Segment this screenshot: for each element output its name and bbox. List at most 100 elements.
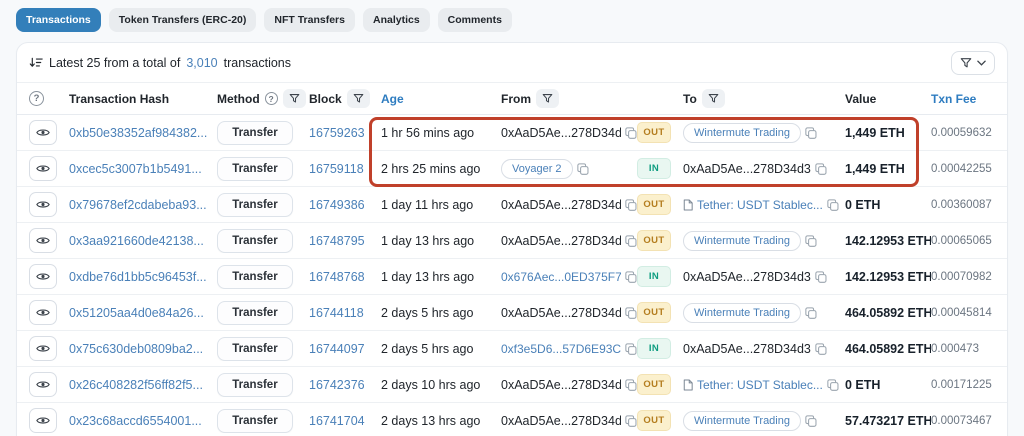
copy-icon[interactable] — [625, 379, 637, 391]
tab-transactions[interactable]: Transactions — [16, 8, 101, 32]
from-party[interactable]: 0xf3e5D6...57D6E93C — [501, 342, 621, 356]
block-link[interactable]: 16741704 — [309, 414, 365, 428]
direction-badge: OUT — [637, 194, 671, 215]
column-txn-fee-link[interactable]: Txn Fee — [931, 92, 976, 106]
to-party[interactable]: Tether: USDT Stablec... — [683, 198, 823, 212]
cell-value: 0 ETH — [845, 378, 931, 392]
copy-icon[interactable] — [625, 271, 637, 283]
cell-block: 16749386 — [309, 198, 381, 212]
cell-direction: OUT — [637, 302, 683, 323]
block-link[interactable]: 16744097 — [309, 342, 365, 356]
eye-preview-button[interactable] — [29, 228, 57, 253]
copy-icon[interactable] — [815, 343, 827, 355]
from-party[interactable]: Voyager 2 — [501, 159, 573, 179]
party-text: 0x676Aec...0ED375F7 — [501, 270, 621, 284]
copy-icon[interactable] — [827, 379, 839, 391]
copy-icon[interactable] — [625, 127, 637, 139]
copy-icon[interactable] — [577, 163, 589, 175]
to-party[interactable]: Wintermute Trading — [683, 411, 801, 431]
eye-preview-button[interactable] — [29, 372, 57, 397]
summary-total-link[interactable]: 3,010 — [186, 56, 217, 70]
eye-preview-button[interactable] — [29, 192, 57, 217]
method-help-icon[interactable]: ? — [265, 92, 278, 105]
block-filter-button[interactable] — [347, 89, 370, 108]
copy-icon[interactable] — [625, 235, 637, 247]
cell-from: 0xAaD5Ae...278D34d3 — [501, 306, 637, 320]
eye-preview-button[interactable] — [29, 264, 57, 289]
transaction-hash-link[interactable]: 0x79678ef2cdabeba93... — [69, 198, 207, 212]
copy-icon[interactable] — [625, 307, 637, 319]
cell-age: 2 days 13 hrs ago — [381, 414, 501, 428]
transaction-hash-link[interactable]: 0x26c408282f56ff82f5... — [69, 378, 203, 392]
to-party[interactable]: Wintermute Trading — [683, 123, 801, 143]
method-filter-button[interactable] — [283, 89, 306, 108]
cell-from: 0xAaD5Ae...278D34d3 — [501, 414, 637, 428]
cell-block: 16759263 — [309, 126, 381, 140]
from-party[interactable]: 0xAaD5Ae...278D34d3 — [501, 126, 621, 140]
copy-icon[interactable] — [805, 127, 817, 139]
block-link[interactable]: 16749386 — [309, 198, 365, 212]
tab-comments[interactable]: Comments — [438, 8, 512, 32]
tab-nft-transfers[interactable]: NFT Transfers — [264, 8, 355, 32]
cell-txn-fee: 0.00042255 — [931, 163, 1001, 175]
value-text: 142.12953 ETH — [845, 234, 931, 248]
transaction-hash-link[interactable]: 0x3aa921660de42138... — [69, 234, 204, 248]
from-party[interactable]: 0xAaD5Ae...278D34d3 — [501, 198, 621, 212]
tab-token-transfers[interactable]: Token Transfers (ERC-20) — [109, 8, 257, 32]
from-party[interactable]: 0xAaD5Ae...278D34d3 — [501, 414, 621, 428]
column-age-sort-link[interactable]: Age — [381, 92, 404, 106]
from-party[interactable]: 0x676Aec...0ED375F7 — [501, 270, 621, 284]
copy-icon[interactable] — [827, 199, 839, 211]
block-link[interactable]: 16759118 — [309, 162, 364, 176]
transaction-hash-link[interactable]: 0x75c630deb0809ba2... — [69, 342, 203, 356]
copy-icon[interactable] — [625, 343, 637, 355]
from-party[interactable]: 0xAaD5Ae...278D34d3 — [501, 306, 621, 320]
eye-preview-button[interactable] — [29, 300, 57, 325]
copy-icon[interactable] — [815, 163, 827, 175]
from-filter-button[interactable] — [536, 89, 559, 108]
funnel-icon — [289, 93, 300, 104]
transaction-hash-link[interactable]: 0xb50e38352af984382... — [69, 126, 207, 140]
from-party[interactable]: 0xAaD5Ae...278D34d3 — [501, 234, 621, 248]
cell-txn-fee: 0.00059632 — [931, 127, 1001, 139]
help-icon[interactable]: ? — [29, 91, 44, 106]
copy-icon[interactable] — [805, 415, 817, 427]
transaction-hash-link[interactable]: 0xcec5c3007b1b5491... — [69, 162, 202, 176]
cell-age: 2 days 10 hrs ago — [381, 378, 501, 392]
block-link[interactable]: 16742376 — [309, 378, 365, 392]
to-party[interactable]: 0xAaD5Ae...278D34d3 — [683, 162, 811, 176]
copy-icon[interactable] — [815, 271, 827, 283]
to-party[interactable]: Tether: USDT Stablec... — [683, 378, 823, 392]
party-text: Wintermute Trading — [694, 235, 790, 247]
block-link[interactable]: 16744118 — [309, 306, 364, 320]
copy-icon[interactable] — [625, 415, 637, 427]
to-party[interactable]: Wintermute Trading — [683, 303, 801, 323]
eye-preview-button[interactable] — [29, 120, 57, 145]
to-filter-button[interactable] — [702, 89, 725, 108]
transaction-hash-link[interactable]: 0x51205aa4d0e84a26... — [69, 306, 204, 320]
eye-preview-button[interactable] — [29, 336, 57, 361]
eye-preview-button[interactable] — [29, 156, 57, 181]
tab-analytics[interactable]: Analytics — [363, 8, 430, 32]
value-text: 0 ETH — [845, 378, 880, 392]
block-link[interactable]: 16759263 — [309, 126, 365, 140]
transaction-hash-link[interactable]: 0xdbe76d1bb5c96453f... — [69, 270, 207, 284]
transaction-hash-link[interactable]: 0x23c68accd6554001... — [69, 414, 202, 428]
from-party[interactable]: 0xAaD5Ae...278D34d3 — [501, 378, 621, 392]
copy-icon[interactable] — [625, 199, 637, 211]
eye-preview-button[interactable] — [29, 408, 57, 433]
to-party[interactable]: Wintermute Trading — [683, 231, 801, 251]
cell-age: 2 days 5 hrs ago — [381, 342, 501, 356]
value-text: 142.12953 ETH — [845, 270, 931, 284]
block-link[interactable]: 16748795 — [309, 234, 365, 248]
block-link[interactable]: 16748768 — [309, 270, 365, 284]
filter-dropdown-button[interactable] — [951, 51, 995, 75]
copy-icon[interactable] — [805, 235, 817, 247]
to-party[interactable]: 0xAaD5Ae...278D34d3 — [683, 270, 811, 284]
cell-value: 464.05892 ETH — [845, 306, 931, 320]
copy-icon[interactable] — [805, 307, 817, 319]
cell-to: 0xAaD5Ae...278D34d3 — [683, 162, 845, 176]
to-party[interactable]: 0xAaD5Ae...278D34d3 — [683, 342, 811, 356]
txn-fee-text: 0.000473 — [931, 343, 979, 355]
cell-txn-fee: 0.00360087 — [931, 199, 1001, 211]
